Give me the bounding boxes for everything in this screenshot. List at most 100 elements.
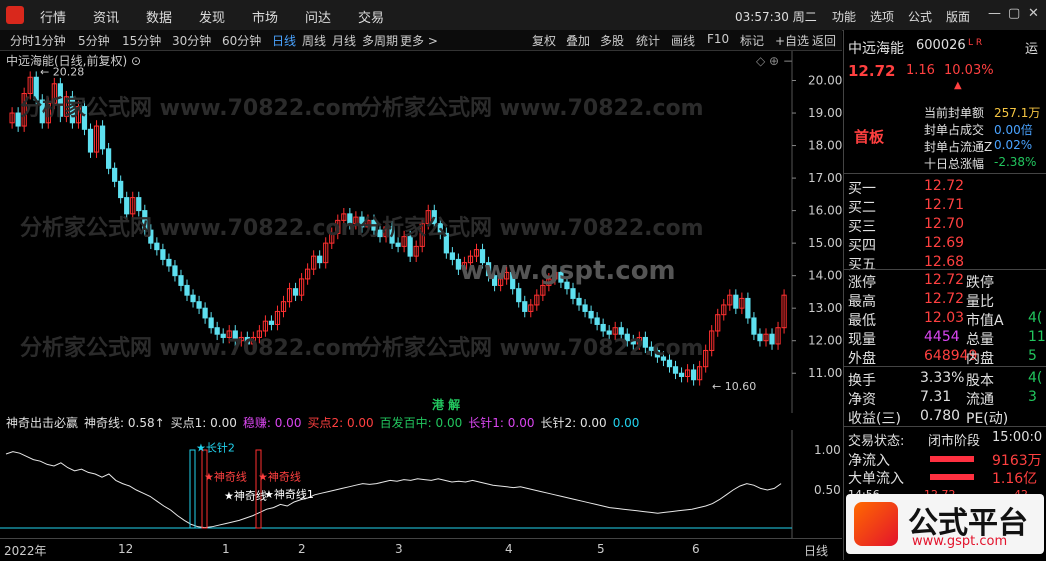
price-change-pct: 10.03% (944, 63, 994, 78)
y-tick-label: 11.00 (808, 366, 842, 380)
indicator-value: 稳赚: 0.00 (242, 416, 302, 430)
quote-value: 4454 (924, 329, 960, 345)
stock-extra: 运 (1025, 42, 1039, 57)
menu-item-0[interactable]: 行情 (40, 7, 66, 26)
menu-item-1[interactable]: 资讯 (93, 7, 119, 26)
period-tab[interactable]: 分时 (10, 32, 34, 49)
period-tab[interactable]: 多周期 (362, 32, 398, 49)
chart-title: 中远海能(日线,前复权) ⊙ (6, 54, 142, 68)
candle (160, 249, 166, 260)
candle (672, 366, 679, 374)
trade-status: 闭市阶段 (928, 434, 981, 449)
toggle-label[interactable]: 港 解 (432, 396, 460, 413)
toolbar-button[interactable]: 画线 (671, 32, 695, 49)
y-tick-label: 15.00 (808, 236, 842, 250)
period-tab[interactable]: 周线 (302, 32, 326, 49)
bid-price: 12.72 (924, 178, 965, 194)
toolbar-button[interactable]: F10 (707, 32, 729, 46)
seal-value: 0.02% (994, 138, 1033, 152)
chart-title-dropdown-icon[interactable]: ⊙ (131, 54, 141, 68)
quote-value: 12.72 (924, 272, 965, 288)
last-price: 12.72 (848, 62, 896, 80)
period-tab[interactable]: 日线 (272, 32, 296, 49)
app-logo-icon[interactable] (6, 6, 24, 24)
candle (112, 167, 118, 182)
candle (118, 180, 124, 199)
y-tick-label: 14.00 (808, 269, 842, 283)
quote2-value2: 3 (1028, 389, 1037, 405)
seal-value: 257.1万 (994, 106, 1041, 120)
candle (99, 125, 106, 150)
menu-item-5[interactable]: 问达 (305, 7, 331, 26)
quote-label2: 量比 (966, 294, 994, 310)
toolbar-button[interactable]: 标记 (740, 32, 764, 49)
quote2-value2: 4( (1028, 370, 1043, 386)
y-tick-label: 19.00 (808, 106, 842, 120)
toolbar-button[interactable]: 叠加 (566, 32, 590, 49)
bid-price: 12.70 (924, 216, 965, 232)
menu-item-3[interactable]: 发现 (199, 7, 225, 26)
minimize-button[interactable]: — (988, 6, 1001, 21)
indicator-name[interactable]: 神奇出击必赢 (6, 416, 78, 430)
indicator-value: 神奇线: 0.58↑ (84, 416, 165, 430)
period-tab[interactable]: 月线 (332, 32, 356, 49)
period-tab[interactable]: 30分钟 (172, 32, 211, 49)
period-tab[interactable]: 1分钟 (34, 32, 66, 49)
y-tick-label: 18.00 (808, 139, 842, 153)
net-inflow-label: 净流入 (848, 453, 890, 469)
toolbar-button[interactable]: 返回 (812, 32, 836, 49)
candle (769, 333, 775, 345)
candle (166, 258, 172, 267)
candle (292, 288, 299, 296)
indicator-value: 买点1: 0.00 (170, 416, 237, 430)
candle (154, 242, 160, 251)
right-menu-item-2[interactable]: 公式 (908, 8, 932, 25)
quote-value2: 4( (1028, 310, 1043, 326)
candle (105, 148, 112, 169)
bid-label: 买五 (848, 257, 876, 273)
stock-name: 中远海能 (848, 41, 904, 57)
y-tick-label: 20.00 (808, 74, 842, 88)
quote-label: 最低 (848, 313, 876, 329)
signal-spike (201, 449, 208, 529)
menu-item-2[interactable]: 数据 (146, 7, 172, 26)
candle (745, 297, 751, 319)
indicator-y-label: 0.50 (814, 483, 841, 497)
candle (449, 252, 455, 260)
seal-label: 十日总涨幅 (924, 157, 985, 171)
watermark-text: 分析家公式网 www.70822.com (360, 96, 704, 121)
toolbar-button[interactable]: 统计 (636, 32, 660, 49)
seal-value: -2.38% (994, 155, 1037, 169)
period-tab[interactable]: 60分钟 (222, 32, 261, 49)
chart-options-icon[interactable]: ◇ ⊕ − (756, 54, 793, 68)
candle (588, 310, 594, 319)
quote2-value: 7.31 (920, 389, 952, 405)
quote-value: 12.72 (924, 291, 965, 307)
toolbar-button[interactable]: +自选 (775, 32, 809, 49)
period-tab[interactable]: 15分钟 (122, 32, 161, 49)
menu-item-4[interactable]: 市场 (252, 7, 278, 26)
watermark-text: 分析家公式网 www.70822.com (360, 336, 704, 361)
right-menu-item-0[interactable]: 功能 (832, 8, 856, 25)
period-tab[interactable]: 5分钟 (78, 32, 110, 49)
close-button[interactable]: ✕ (1028, 6, 1039, 21)
candle (691, 369, 697, 381)
period-toolbar: 分时 1分钟 5分钟 15分钟 30分钟 60分钟 日线 周线 月线 多周期 更多 > 复权 叠加 多股… (0, 30, 842, 51)
menu-item-6[interactable]: 交易 (358, 7, 384, 26)
clock: 03:57:30 周二 (735, 10, 817, 24)
divider (844, 173, 1046, 174)
period-tab[interactable]: 更多 > (400, 32, 438, 49)
indicator-chart[interactable]: 1.000.50★长针2★神奇线 ★神奇线★神奇线★神奇线1 (0, 430, 842, 538)
maximize-button[interactable]: ▢ (1008, 6, 1020, 21)
quote-label: 涨停 (848, 275, 876, 291)
watermark-text: 分析家公式网 www.70822.com (360, 216, 704, 241)
trade-time: 15:00:0 (992, 430, 1043, 445)
big-inflow-value: 1.16亿 (992, 471, 1038, 487)
right-menu-item-3[interactable]: 版面 (946, 8, 970, 25)
right-menu-item-1[interactable]: 选项 (870, 8, 894, 25)
collapse-icon[interactable]: ▲ (954, 80, 962, 91)
toolbar-button[interactable]: 多股 (600, 32, 624, 49)
toolbar-button[interactable]: 复权 (532, 32, 556, 49)
y-tick-label: 16.00 (808, 204, 842, 218)
candle (757, 333, 763, 342)
